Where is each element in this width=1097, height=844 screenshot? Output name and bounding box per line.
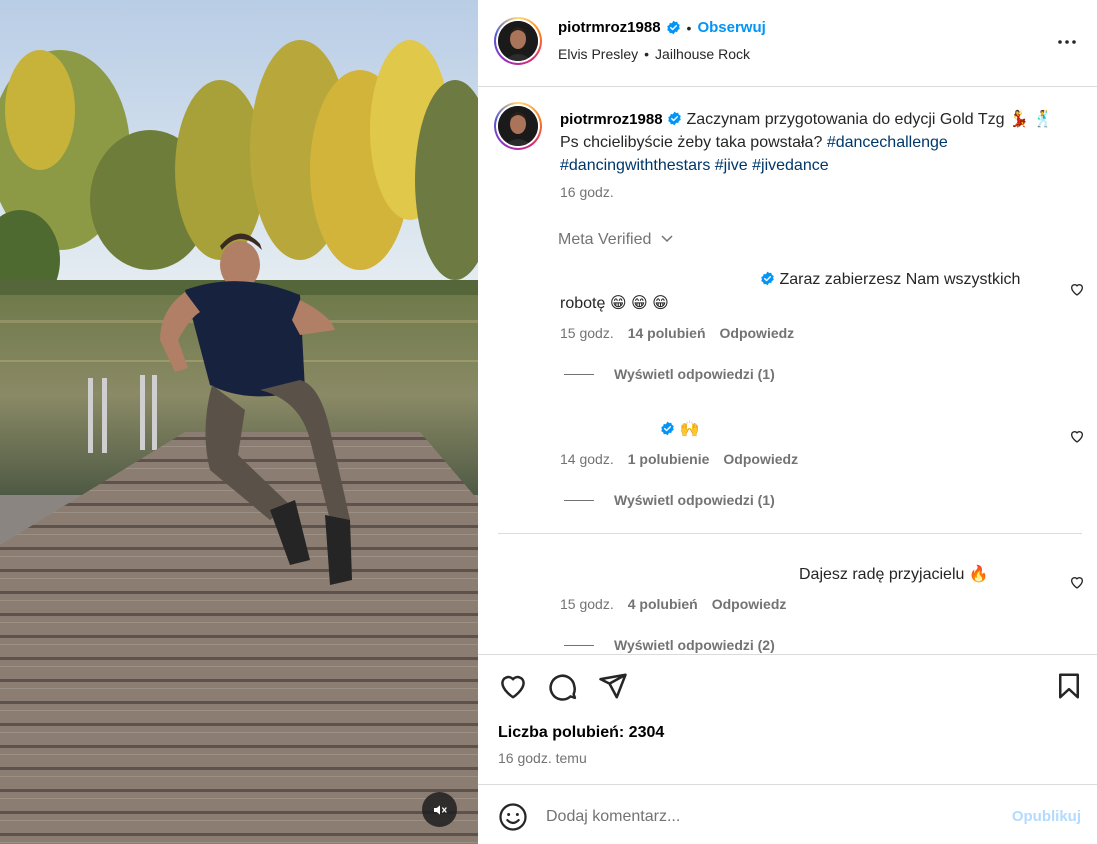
- avatar-photo: [498, 21, 538, 61]
- likes-count[interactable]: Liczba polubień: 2304: [498, 724, 664, 742]
- reply-button[interactable]: Odpowiedz: [712, 596, 787, 612]
- view-replies-label: Wyświetl odpowiedzi (2): [614, 637, 775, 653]
- post-header: piotrmroz1988 • Obserwuj Elvis Presley •…: [478, 0, 1097, 87]
- comment-icon[interactable]: [548, 671, 578, 701]
- view-replies-label: Wyświetl odpowiedzi (1): [614, 366, 775, 382]
- comment-meta: 14 godz. 1 polubienie Odpowiedz: [560, 451, 1040, 467]
- comments-list[interactable]: piotrmroz1988 Zaczynam przygotowania do …: [478, 88, 1097, 654]
- more-horizontal-icon[interactable]: [1055, 30, 1079, 54]
- mute-toggle-button[interactable]: [422, 792, 457, 827]
- caption-emojis: 💃 🕺: [1008, 111, 1054, 128]
- comment-like-heart-icon[interactable]: [1069, 574, 1085, 590]
- comment-meta: 15 godz. 4 polubień Odpowiedz: [560, 596, 1040, 612]
- publish-button[interactable]: Opublikuj: [1012, 808, 1081, 825]
- comment-text: 🙌: [679, 421, 700, 438]
- meta-verified-label: Meta Verified: [558, 231, 652, 248]
- view-replies-button[interactable]: Wyświetl odpowiedzi (2): [564, 637, 1040, 653]
- chevron-down-icon: [661, 235, 673, 243]
- caption-time: 16 godz.: [560, 184, 614, 200]
- meta-verified-toggle[interactable]: Meta Verified: [558, 231, 674, 249]
- heart-icon[interactable]: [498, 671, 528, 701]
- comment-item: 🙌 14 godz. 1 polubienie Odpowiedz Wyświetl…: [560, 418, 1040, 508]
- comment-time: 15 godz.: [560, 325, 614, 341]
- comment-meta: 15 godz. 14 polubień Odpowiedz: [560, 325, 1040, 341]
- comment-line1: Dajesz radę przyjacielu 🔥: [799, 566, 989, 583]
- hashtag-link[interactable]: #dancingwiththestars: [560, 157, 710, 174]
- comment-like-heart-icon[interactable]: [1069, 281, 1085, 297]
- header-username[interactable]: piotrmroz1988: [558, 19, 661, 36]
- smiley-icon[interactable]: [498, 802, 528, 832]
- reply-button[interactable]: Odpowiedz: [720, 325, 795, 341]
- comment-likes[interactable]: 14 polubień: [628, 325, 706, 341]
- bookmark-icon[interactable]: [1054, 671, 1084, 701]
- verified-badge-icon: [666, 20, 680, 35]
- verified-badge-icon: [761, 271, 774, 286]
- post-timestamp: 16 godz. temu: [498, 750, 587, 766]
- comment-line1: 🙌: [560, 418, 1040, 442]
- audio-artist[interactable]: Elvis Presley: [558, 46, 638, 62]
- replies-line: [564, 644, 594, 646]
- caption-text-part1: Zaczynam przygotowania do edycji Gold Tz…: [686, 111, 1005, 128]
- view-replies-button[interactable]: Wyświetl odpowiedzi (1): [564, 366, 1040, 382]
- header-title-row: piotrmroz1988 • Obserwuj: [558, 19, 766, 36]
- replies-line: [564, 499, 594, 501]
- follow-button[interactable]: Obserwuj: [697, 19, 765, 36]
- comment-text: Zaraz zabierzesz Nam wszystkich: [779, 271, 1021, 288]
- author-avatar[interactable]: [494, 17, 542, 65]
- audio-separator: •: [644, 46, 650, 62]
- caption-avatar[interactable]: [494, 102, 542, 150]
- hashtag-link[interactable]: #dancechallenge: [827, 134, 948, 151]
- caption-text-part2: Ps chcielibyście żeby taka powstała?: [560, 134, 823, 151]
- comments-divider: [498, 533, 1082, 534]
- post-details-panel: piotrmroz1988 • Obserwuj Elvis Presley •…: [478, 0, 1097, 844]
- comment-time: 15 godz.: [560, 596, 614, 612]
- hashtag-link[interactable]: #jivedance: [752, 157, 829, 174]
- reply-button[interactable]: Odpowiedz: [723, 451, 798, 467]
- comment-form: Opublikuj: [478, 784, 1097, 844]
- avatar-photo: [498, 106, 538, 146]
- comment-likes[interactable]: 1 polubienie: [628, 451, 710, 467]
- comment-item: Zaraz zabierzesz Nam wszystkich robotę 😁…: [560, 268, 1040, 382]
- video-frame-image: [0, 0, 478, 844]
- header-separator: •: [686, 19, 692, 36]
- muted-speaker-icon: [433, 804, 447, 815]
- comment-line2: robotę 😁 😁 😁: [560, 295, 669, 312]
- replies-line: [564, 373, 594, 375]
- post-actions: Liczba polubień: 2304 16 godz. temu: [478, 654, 1097, 784]
- verified-badge-icon: [668, 111, 681, 126]
- audio-info[interactable]: Elvis Presley • Jailhouse Rock: [558, 46, 750, 62]
- post-video[interactable]: [0, 0, 478, 844]
- caption-username[interactable]: piotrmroz1988: [560, 111, 663, 128]
- comment-likes[interactable]: 4 polubień: [628, 596, 698, 612]
- view-replies-button[interactable]: Wyświetl odpowiedzi (1): [564, 492, 1040, 508]
- comment-item: Dajesz radę przyjacielu 🔥 15 godz. 4 polu…: [560, 563, 1040, 653]
- view-replies-label: Wyświetl odpowiedzi (1): [614, 492, 775, 508]
- comment-input[interactable]: [546, 803, 986, 831]
- post-caption: piotrmroz1988 Zaczynam przygotowania do …: [560, 108, 1060, 177]
- comment-like-heart-icon[interactable]: [1069, 428, 1085, 444]
- comment-time: 14 godz.: [560, 451, 614, 467]
- hashtag-link[interactable]: #jive: [715, 157, 748, 174]
- send-icon[interactable]: [598, 671, 628, 701]
- verified-badge-icon: [661, 421, 674, 436]
- audio-song[interactable]: Jailhouse Rock: [655, 46, 750, 62]
- comment-line1: Zaraz zabierzesz Nam wszystkich: [560, 268, 1040, 292]
